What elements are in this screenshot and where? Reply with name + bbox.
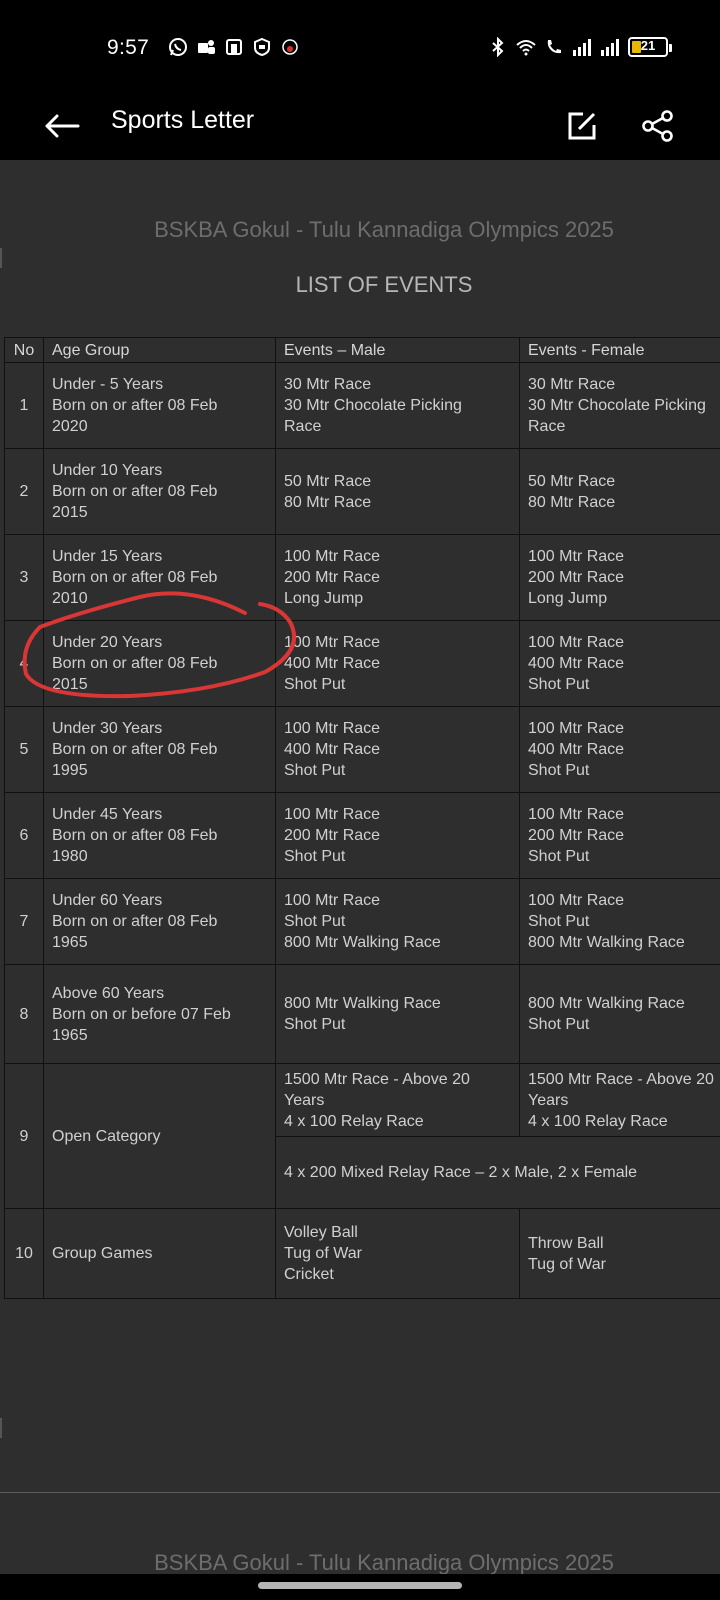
navigation-bar: [0, 1574, 720, 1600]
male-events-cell: 1500 Mtr Race - Above 20 Years 4 x 100 R…: [275, 1063, 520, 1137]
female-events-cell: 100 Mtr Race Shot Put 800 Mtr Walking Ra…: [519, 878, 720, 965]
header-no: No: [4, 337, 44, 363]
header-events-male: Events – Male: [275, 337, 520, 363]
header-events-female: Events - Female: [519, 337, 720, 363]
age-group-cell: Under - 5 Years Born on or after 08 Feb …: [43, 362, 276, 449]
row-number: 5: [4, 706, 44, 793]
male-events-cell: 100 Mtr Race 400 Mtr Race Shot Put: [275, 706, 520, 793]
battery-level: 21: [640, 38, 656, 53]
document-subtitle: LIST OF EVENTS: [295, 272, 473, 297]
table-row: 5 Under 30 Years Born on or after 08 Feb…: [4, 706, 720, 793]
age-group-cell: Under 20 Years Born on or after 08 Feb 2…: [43, 620, 276, 707]
system-icons: 21: [488, 34, 672, 60]
share-icon: [642, 110, 673, 142]
row-number: 8: [4, 964, 44, 1064]
male-events-cell: 100 Mtr Race 200 Mtr Race Long Jump: [275, 534, 520, 621]
age-group-cell: Under 60 Years Born on or after 08 Feb 1…: [43, 878, 276, 965]
male-events-cell: 800 Mtr Walking Race Shot Put: [275, 964, 520, 1064]
edit-button[interactable]: [558, 102, 606, 150]
female-events-cell: 100 Mtr Race 200 Mtr Race Shot Put: [519, 792, 720, 879]
app-bar: Sports Letter: [0, 96, 720, 160]
age-group-cell: Group Games: [43, 1208, 276, 1299]
app-icon: [226, 39, 242, 55]
row-number: 4: [4, 620, 44, 707]
mixed-events-cell: 4 x 200 Mixed Relay Race – 2 x Male, 2 x…: [275, 1136, 720, 1209]
row-number: 3: [4, 534, 44, 621]
document-heading: BSKBA Gokul - Tulu Kannadiga Olympics 20…: [154, 217, 614, 242]
page-divider: [0, 1492, 720, 1493]
age-group-cell: Under 30 Years Born on or after 08 Feb 1…: [43, 706, 276, 793]
page-title: Sports Letter: [111, 106, 255, 134]
male-events-cell: Volley Ball Tug of War Cricket: [275, 1208, 520, 1299]
table-row: 4 Under 20 Years Born on or after 08 Feb…: [4, 620, 720, 707]
female-events-cell: 100 Mtr Race 400 Mtr Race Shot Put: [519, 706, 720, 793]
table-row: 2 Under 10 Years Born on or after 08 Feb…: [4, 448, 720, 535]
row-number: 6: [4, 792, 44, 879]
home-gesture-handle[interactable]: [258, 1582, 462, 1589]
teams-icon: [198, 40, 215, 54]
table-row: 7 Under 60 Years Born on or after 08 Feb…: [4, 878, 720, 965]
next-page-heading: BSKBA Gokul - Tulu Kannadiga Olympics 20…: [154, 1550, 614, 1574]
page-marker: [0, 248, 2, 268]
row-number: 1: [4, 362, 44, 449]
table-row-group-games: 10 Group Games Volley Ball Tug of War Cr…: [4, 1208, 720, 1299]
status-bar: 9:57 21: [0, 0, 720, 96]
table-row: 3 Under 15 Years Born on or after 08 Feb…: [4, 534, 720, 621]
table-header-row: No Age Group Events – Male Events - Fema…: [4, 337, 720, 363]
bluetooth-icon: [492, 37, 504, 57]
page-marker: [0, 1418, 2, 1438]
male-events-cell: 100 Mtr Race Shot Put 800 Mtr Walking Ra…: [275, 878, 520, 965]
battery-icon: 21: [628, 37, 672, 57]
table-row-open-category: 9 Open Category 1500 Mtr Race - Above 20…: [4, 1063, 720, 1209]
male-events-cell: 100 Mtr Race 400 Mtr Race Shot Put: [275, 620, 520, 707]
status-time: 9:57: [107, 36, 150, 59]
events-table: No Age Group Events – Male Events - Fema…: [4, 337, 720, 1299]
shield-app-icon: [254, 37, 270, 57]
document-viewer[interactable]: BSKBA Gokul - Tulu Kannadiga Olympics 20…: [0, 160, 720, 1574]
share-button[interactable]: [634, 102, 682, 150]
whatsapp-icon: [169, 38, 187, 56]
row-number: 10: [4, 1208, 44, 1299]
call-icon: [547, 40, 561, 54]
age-group-cell: Under 15 Years Born on or after 08 Feb 2…: [43, 534, 276, 621]
age-group-cell: Under 45 Years Born on or after 08 Feb 1…: [43, 792, 276, 879]
age-group-cell: Above 60 Years Born on or before 07 Feb …: [43, 964, 276, 1064]
back-arrow-icon: [45, 114, 80, 138]
row-number: 2: [4, 448, 44, 535]
female-events-cell: 800 Mtr Walking Race Shot Put: [519, 964, 720, 1064]
notification-icons: [168, 34, 300, 60]
female-events-cell: 100 Mtr Race 200 Mtr Race Long Jump: [519, 534, 720, 621]
header-age-group: Age Group: [43, 337, 276, 363]
female-events-cell: 1500 Mtr Race - Above 20 Years 4 x 100 R…: [519, 1063, 720, 1137]
edit-icon: [568, 112, 596, 140]
table-row: 1 Under - 5 Years Born on or after 08 Fe…: [4, 362, 720, 449]
table-row: 8 Above 60 Years Born on or before 07 Fe…: [4, 964, 720, 1064]
age-group-cell: Open Category: [43, 1063, 276, 1209]
back-button[interactable]: [38, 102, 86, 150]
male-events-cell: 50 Mtr Race 80 Mtr Race: [275, 448, 520, 535]
male-events-cell: 30 Mtr Race 30 Mtr Chocolate Picking Rac…: [275, 362, 520, 449]
female-events-cell: 100 Mtr Race 400 Mtr Race Shot Put: [519, 620, 720, 707]
table-row: 6 Under 45 Years Born on or after 08 Feb…: [4, 792, 720, 879]
wifi-icon: [516, 40, 536, 56]
female-events-cell: Throw Ball Tug of War: [519, 1208, 720, 1299]
signal-icon: [601, 39, 619, 56]
age-group-cell: Under 10 Years Born on or after 08 Feb 2…: [43, 448, 276, 535]
female-events-cell: 50 Mtr Race 80 Mtr Race: [519, 448, 720, 535]
male-events-cell: 100 Mtr Race 200 Mtr Race Shot Put: [275, 792, 520, 879]
female-events-cell: 30 Mtr Race 30 Mtr Chocolate Picking Rac…: [519, 362, 720, 449]
notification-dot-icon: [282, 39, 298, 55]
row-number: 9: [4, 1063, 44, 1209]
row-number: 7: [4, 878, 44, 965]
signal-icon: [573, 39, 591, 56]
